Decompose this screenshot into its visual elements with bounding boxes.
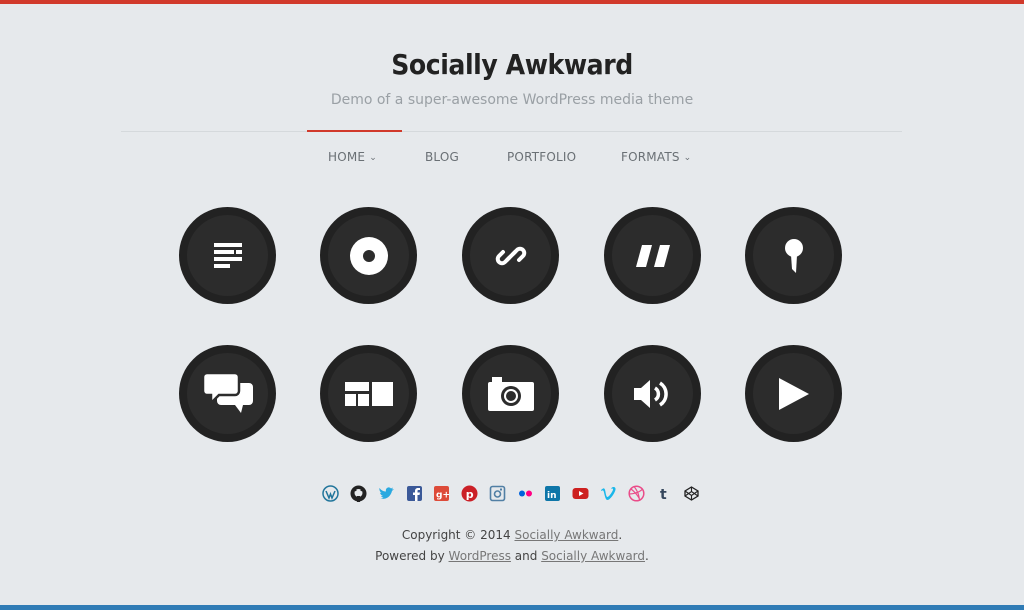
format-video-button[interactable] bbox=[745, 345, 842, 442]
site-title[interactable]: Socially Awkward bbox=[51, 48, 973, 81]
chevron-down-icon: ⌄ bbox=[683, 153, 692, 163]
svg-text:g+: g+ bbox=[436, 491, 450, 501]
camera-image-icon bbox=[487, 376, 534, 411]
powered-period: . bbox=[645, 549, 649, 563]
powered-by-text: Powered by bbox=[375, 549, 449, 563]
format-audio-button[interactable] bbox=[320, 207, 417, 304]
linkedin-icon[interactable]: in bbox=[544, 485, 561, 502]
format-chat-button[interactable] bbox=[179, 345, 276, 442]
social-links: g+ p in t bbox=[322, 485, 702, 503]
play-video-icon bbox=[778, 377, 809, 410]
copyright-site-link[interactable]: Socially Awkward bbox=[514, 528, 618, 542]
codepen-icon[interactable] bbox=[683, 485, 700, 502]
bottom-accent-bar bbox=[0, 605, 1024, 610]
site-footer: Copyright © 2014 Socially Awkward. Power… bbox=[0, 525, 1024, 567]
facebook-icon[interactable] bbox=[406, 485, 423, 502]
dribbble-icon[interactable] bbox=[628, 485, 645, 502]
format-audio-volume-button[interactable] bbox=[604, 345, 701, 442]
copyright-period: . bbox=[618, 528, 623, 542]
google-plus-icon[interactable]: g+ bbox=[433, 485, 450, 502]
twitter-icon[interactable] bbox=[378, 485, 395, 502]
active-nav-indicator bbox=[307, 130, 402, 132]
status-pin-icon bbox=[784, 238, 803, 273]
powered-by-line: Powered by WordPress and Socially Awkwar… bbox=[0, 546, 1024, 567]
top-accent-bar bbox=[0, 0, 1024, 4]
nav-item-label: HOME bbox=[328, 150, 366, 164]
wordpress-icon[interactable] bbox=[322, 485, 339, 502]
post-formats-grid bbox=[0, 207, 1024, 447]
theme-link[interactable]: Socially Awkward bbox=[541, 549, 645, 563]
and-text: and bbox=[510, 549, 542, 563]
flickr-icon[interactable] bbox=[517, 485, 534, 502]
nav-item-label: PORTFOLIO bbox=[507, 150, 577, 164]
audio-disc-icon bbox=[349, 236, 388, 275]
volume-audio-icon bbox=[633, 379, 668, 408]
copyright-text: Copyright © 2014 bbox=[401, 528, 515, 542]
format-image-button[interactable] bbox=[462, 345, 559, 442]
link-icon bbox=[495, 246, 526, 265]
pinterest-icon[interactable]: p bbox=[461, 485, 478, 502]
nav-item-portfolio[interactable]: PORTFOLIO bbox=[507, 150, 576, 164]
vimeo-icon[interactable] bbox=[600, 485, 617, 502]
svg-text:t: t bbox=[660, 487, 667, 502]
standard-text-icon bbox=[213, 242, 242, 268]
instagram-icon[interactable] bbox=[489, 485, 506, 502]
nav-item-home[interactable]: HOME ⌄ bbox=[328, 150, 377, 164]
quote-icon bbox=[635, 244, 670, 267]
gallery-icon bbox=[344, 381, 393, 406]
format-gallery-button[interactable] bbox=[320, 345, 417, 442]
site-tagline: Demo of a super-awesome WordPress media … bbox=[330, 92, 694, 108]
header-divider bbox=[121, 131, 902, 132]
copyright-line: Copyright © 2014 Socially Awkward. bbox=[0, 525, 1024, 546]
main-nav: HOME ⌄ BLOG PORTFOLIO FORMATS ⌄ bbox=[0, 150, 1024, 170]
github-icon[interactable] bbox=[350, 485, 367, 502]
wordpress-link[interactable]: WordPress bbox=[449, 549, 511, 563]
chat-bubbles-icon bbox=[202, 372, 253, 413]
nav-item-label: BLOG bbox=[425, 150, 460, 164]
chevron-down-icon: ⌄ bbox=[369, 153, 377, 163]
tumblr-icon[interactable]: t bbox=[656, 485, 673, 502]
format-standard-button[interactable] bbox=[179, 207, 276, 304]
format-status-button[interactable] bbox=[745, 207, 842, 304]
format-link-button[interactable] bbox=[462, 207, 559, 304]
nav-item-label: FORMATS bbox=[621, 150, 680, 164]
svg-text:p: p bbox=[466, 488, 474, 501]
nav-item-formats[interactable]: FORMATS ⌄ bbox=[621, 150, 691, 164]
svg-text:in: in bbox=[547, 491, 557, 501]
nav-item-blog[interactable]: BLOG bbox=[425, 150, 459, 164]
format-quote-button[interactable] bbox=[604, 207, 701, 304]
youtube-icon[interactable] bbox=[572, 485, 589, 502]
